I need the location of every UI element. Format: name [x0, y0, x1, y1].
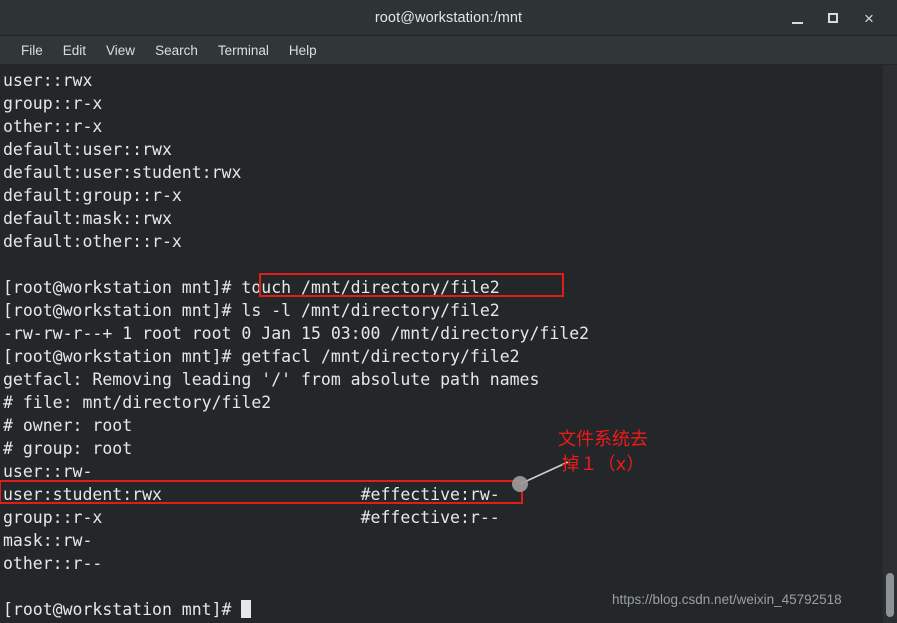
annotation-note-line-1: 文件系统去: [558, 429, 648, 450]
menu-item-file[interactable]: File: [11, 41, 53, 60]
menu-item-view[interactable]: View: [96, 41, 145, 60]
terminal-scrollbar[interactable]: [882, 65, 897, 623]
terminal-line: default:mask::rwx: [3, 209, 172, 228]
terminal-line-touch-command: [root@workstation mnt]# touch /mnt/direc…: [3, 278, 500, 297]
terminal-line: default:group::r-x: [3, 186, 182, 205]
close-button[interactable]: ×: [851, 0, 887, 36]
annotation-note-line-2: 掉１（x）: [561, 454, 645, 475]
scrollbar-thumb[interactable]: [886, 573, 894, 617]
terminal-line: default:other::r-x: [3, 232, 182, 251]
close-icon: ×: [864, 8, 874, 28]
minimize-icon: [791, 21, 803, 24]
maximize-icon: [828, 13, 838, 23]
terminal-window: root@workstation:/mnt × File Edit View S…: [0, 0, 897, 623]
terminal-line: # owner: root: [3, 416, 133, 435]
window-titlebar[interactable]: root@workstation:/mnt ×: [0, 0, 897, 36]
window-title: root@workstation:/mnt: [374, 9, 523, 26]
menu-bar: File Edit View Search Terminal Help: [0, 36, 897, 65]
terminal-line: getfacl: Removing leading '/' from absol…: [3, 370, 540, 389]
terminal-line: other::r--: [3, 554, 103, 573]
menu-item-help[interactable]: Help: [279, 41, 327, 60]
minimize-button[interactable]: [779, 0, 815, 36]
annotation-anchor-dot: [512, 476, 528, 492]
menu-item-search[interactable]: Search: [145, 41, 208, 60]
terminal-line: default:user:student:rwx: [3, 163, 242, 182]
terminal-line: default:user::rwx: [3, 140, 172, 159]
annotation-note: 文件系统去掉１（x）: [558, 427, 648, 477]
terminal-line: [root@workstation mnt]# getfacl /mnt/dir…: [3, 347, 520, 366]
text-cursor: [241, 600, 252, 618]
watermark-text: https://blog.csdn.net/weixin_45792518: [612, 592, 842, 607]
menu-item-terminal[interactable]: Terminal: [208, 41, 279, 60]
shell-prompt: [root@workstation mnt]#: [3, 600, 242, 619]
terminal-line: group::r-x: [3, 94, 103, 113]
terminal-line: user::rwx: [3, 71, 93, 90]
terminal-line: mask::rw-: [3, 531, 93, 550]
window-controls: ×: [779, 0, 887, 36]
terminal-line: -rw-rw-r--+ 1 root root 0 Jan 15 03:00 /…: [3, 324, 590, 343]
terminal-line: # group: root: [3, 439, 133, 458]
terminal-line: # file: mnt/directory/file2: [3, 393, 272, 412]
terminal-line: user::rw-: [3, 462, 93, 481]
terminal-line: group::r-x #effective:r--: [3, 508, 500, 527]
terminal-line: other::r-x: [3, 117, 103, 136]
terminal-line-acl-student: user:student:rwx #effective:rw-: [3, 485, 500, 504]
maximize-button[interactable]: [815, 0, 851, 36]
terminal-area[interactable]: user::rwx group::r-x other::r-x default:…: [0, 65, 897, 623]
menu-item-edit[interactable]: Edit: [53, 41, 96, 60]
terminal-line: [root@workstation mnt]# ls -l /mnt/direc…: [3, 301, 500, 320]
terminal-screen[interactable]: user::rwx group::r-x other::r-x default:…: [0, 65, 882, 623]
